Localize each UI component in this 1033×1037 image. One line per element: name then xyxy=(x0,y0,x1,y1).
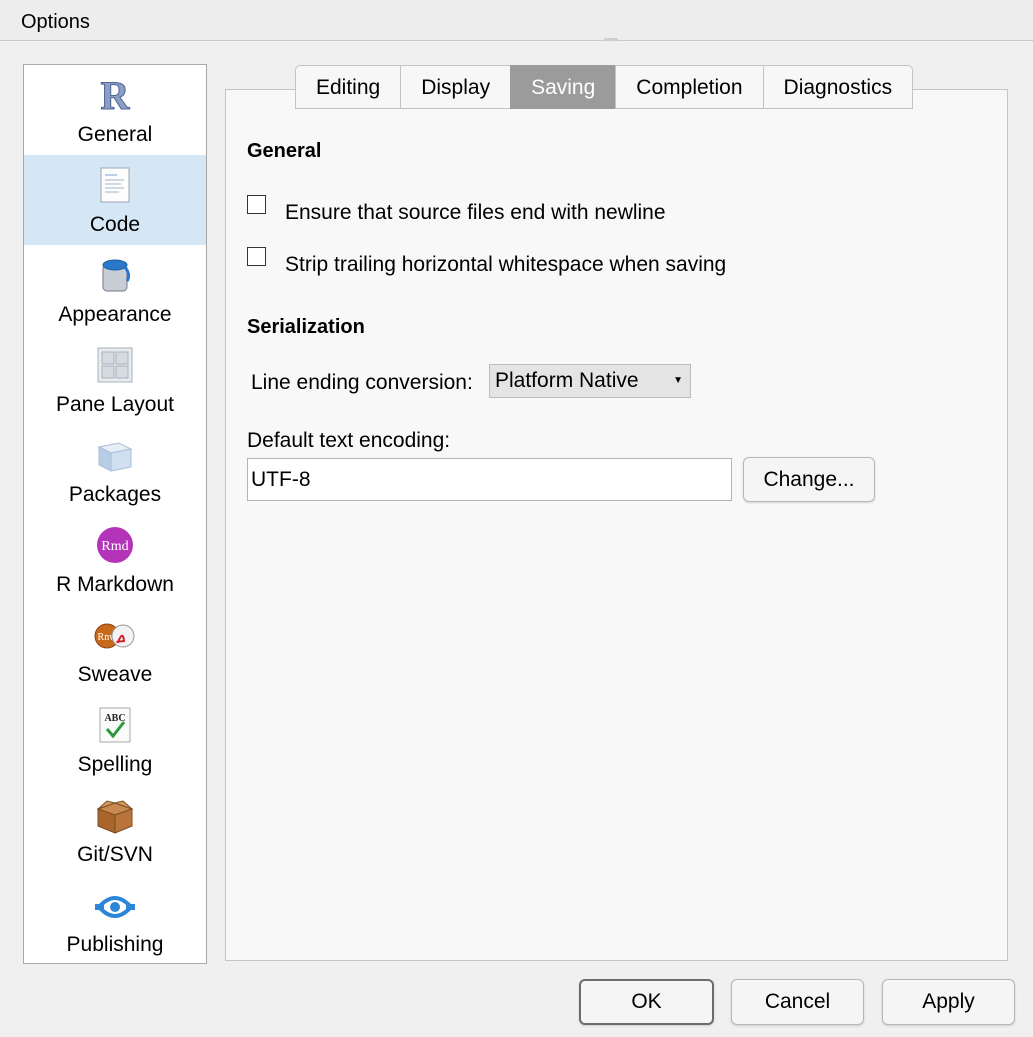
tab-saving[interactable]: Saving xyxy=(510,65,616,109)
sidebar-item-label: Publishing xyxy=(66,933,164,956)
publishing-icon xyxy=(95,896,135,918)
sidebar-item-label: R Markdown xyxy=(56,573,174,596)
title-bar: Options xyxy=(0,0,1033,41)
serialization-heading: Serialization xyxy=(247,316,365,338)
rmd-icon: Rmd xyxy=(97,527,133,563)
tab-editing[interactable]: Editing xyxy=(295,65,401,109)
line-ending-label: Line ending conversion: xyxy=(251,371,473,394)
sidebar-item-git-svn[interactable]: Git/SVN xyxy=(24,785,206,875)
encoding-label: Default text encoding: xyxy=(247,429,451,452)
sidebar-item-r-markdown[interactable]: Rmd R Markdown xyxy=(24,515,206,605)
sidebar-item-pane-layout[interactable]: Pane Layout xyxy=(24,335,206,425)
rmd-icon-text: Rmd xyxy=(101,539,128,554)
tab-diagnostics[interactable]: Diagnostics xyxy=(762,65,914,109)
package-box-icon xyxy=(97,442,133,472)
line-ending-value: Platform Native xyxy=(495,369,639,392)
spelling-check-icon: ABC xyxy=(99,707,131,743)
options-tab-bar: Editing Display Saving Completion Diagno… xyxy=(295,65,914,110)
sidebar-item-label: Git/SVN xyxy=(77,843,153,866)
general-heading: General xyxy=(247,140,322,162)
sidebar-item-label: Packages xyxy=(68,483,162,506)
sidebar-item-label: Spelling xyxy=(77,753,153,776)
line-ending-select[interactable]: Platform Native ▼ xyxy=(489,364,691,398)
sidebar-item-label: Sweave xyxy=(77,663,153,686)
sidebar-item-packages[interactable]: Packages xyxy=(24,425,206,515)
sidebar-item-label: Code xyxy=(89,213,141,236)
change-encoding-button[interactable]: Change... xyxy=(743,457,875,502)
options-sidebar: R General Code Appearance Pane Layout Pa… xyxy=(23,64,207,964)
tab-display[interactable]: Display xyxy=(400,65,511,109)
sidebar-item-label: General xyxy=(77,123,153,146)
cancel-button[interactable]: Cancel xyxy=(731,979,864,1025)
strip-whitespace-label: Strip trailing horizontal whitespace whe… xyxy=(285,253,727,276)
encoding-field[interactable]: UTF-8 xyxy=(247,458,732,501)
strip-whitespace-checkbox[interactable] xyxy=(247,247,266,266)
sidebar-item-publishing[interactable]: Publishing xyxy=(24,875,206,965)
dropdown-arrow-icon: ▼ xyxy=(673,375,683,386)
code-document-icon xyxy=(100,167,130,203)
ensure-newline-label: Ensure that source files end with newlin… xyxy=(285,201,666,224)
resize-grip[interactable] xyxy=(604,38,618,41)
sidebar-item-appearance[interactable]: Appearance xyxy=(24,245,206,335)
tab-completion[interactable]: Completion xyxy=(615,65,763,109)
sidebar-item-spelling[interactable]: ABC Spelling xyxy=(24,695,206,785)
sidebar-item-sweave[interactable]: Rnw Sweave xyxy=(24,605,206,695)
sidebar-item-code[interactable]: Code xyxy=(24,155,206,245)
pane-grid-icon xyxy=(97,347,133,383)
sidebar-item-general[interactable]: R General xyxy=(24,65,206,155)
ensure-newline-checkbox[interactable] xyxy=(247,195,266,214)
window-title: Options xyxy=(21,11,90,33)
r-logo-icon: R xyxy=(100,75,131,115)
sweave-pdf-icon: Rnw xyxy=(94,623,135,649)
sidebar-item-label: Pane Layout xyxy=(56,393,174,416)
apply-button[interactable]: Apply xyxy=(882,979,1015,1025)
svg-text:R: R xyxy=(101,75,131,115)
sidebar-item-label: Appearance xyxy=(58,303,172,326)
ok-button[interactable]: OK xyxy=(579,979,714,1025)
paint-bucket-icon xyxy=(102,259,131,292)
git-box-icon xyxy=(96,800,134,834)
